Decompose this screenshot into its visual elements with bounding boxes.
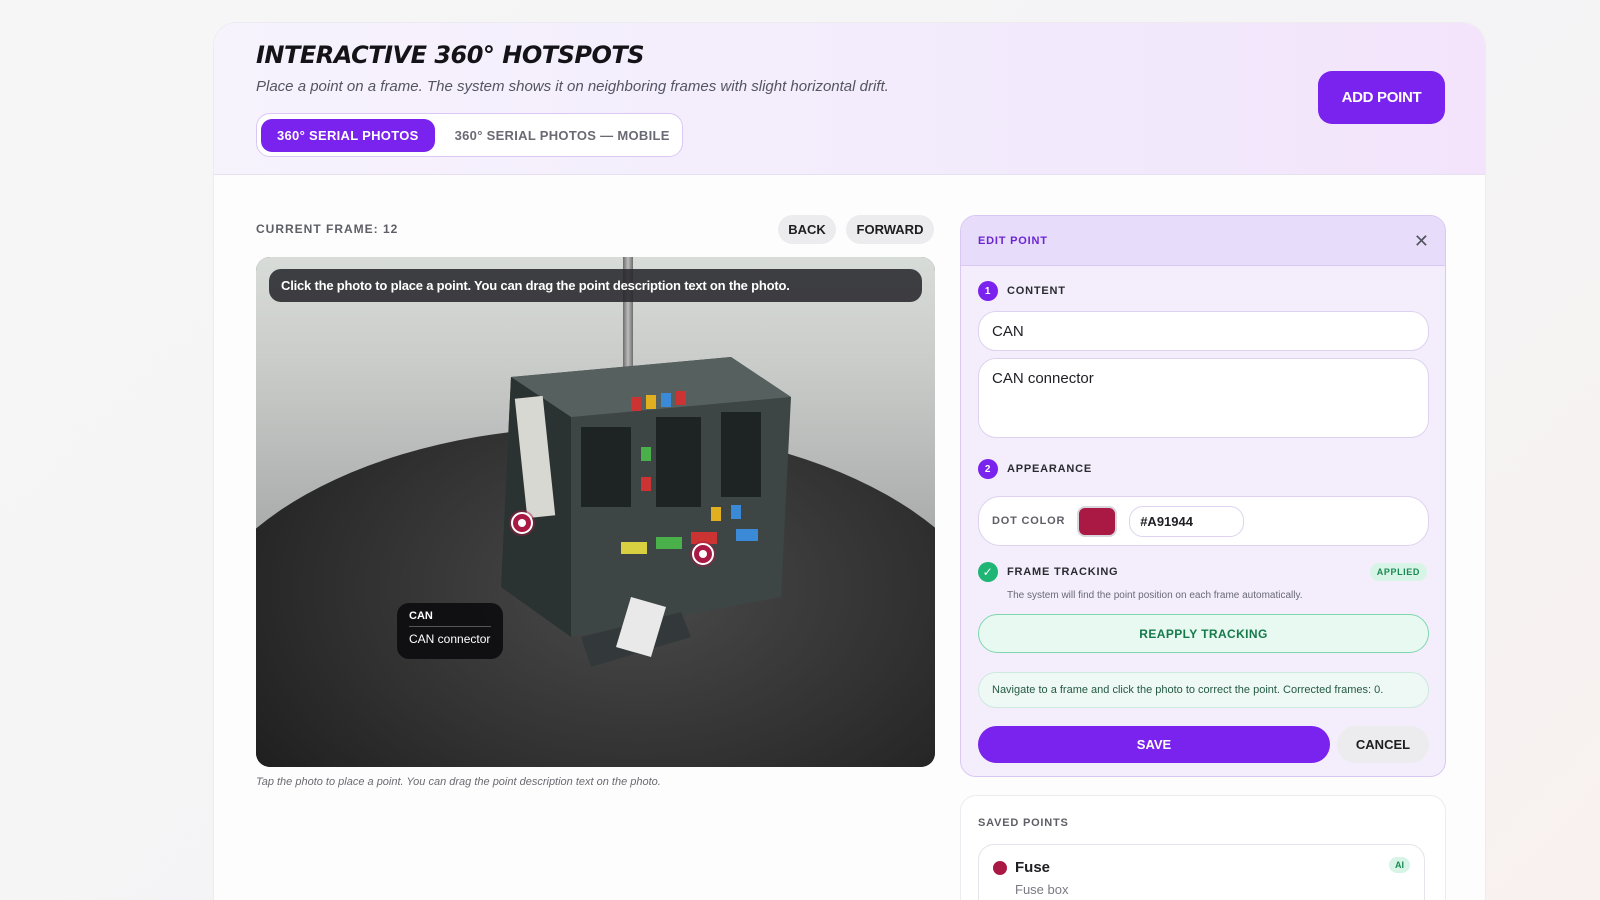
fuse-box-photo bbox=[501, 357, 791, 667]
photo-hint-bar: Click the photo to place a point. You ca… bbox=[269, 269, 922, 302]
saved-point-name: Fuse bbox=[1015, 859, 1051, 876]
page-title: INTERACTIVE 360° HOTSPOTS bbox=[256, 41, 645, 69]
dot-color-label: DOT COLOR bbox=[992, 515, 1066, 527]
dot-color-row: DOT COLOR bbox=[978, 496, 1429, 546]
step-badge-1: 1 bbox=[978, 281, 998, 301]
back-button[interactable]: BACK bbox=[778, 215, 836, 244]
content-section-label: CONTENT bbox=[1007, 285, 1066, 297]
hotspots-card: INTERACTIVE 360° HOTSPOTS Place a point … bbox=[213, 22, 1486, 900]
current-frame-label: CURRENT FRAME: 12 bbox=[256, 222, 399, 236]
tracking-status-badge: APPLIED bbox=[1369, 563, 1427, 581]
tab-serial-photos-mobile[interactable]: 360° SERIAL PHOTOS — MOBILE bbox=[439, 119, 686, 152]
hotspot-dot[interactable] bbox=[692, 543, 714, 565]
tracking-section-label: FRAME TRACKING bbox=[1007, 566, 1119, 578]
content-section-header: 1 CONTENT bbox=[978, 281, 1066, 301]
edit-point-title: EDIT POINT bbox=[978, 234, 1048, 247]
tab-serial-photos[interactable]: 360° SERIAL PHOTOS bbox=[261, 118, 435, 152]
dot-color-swatch[interactable] bbox=[1077, 505, 1118, 537]
saved-points-label: SAVED POINTS bbox=[978, 817, 1069, 829]
saved-point-item[interactable]: Fuse Fuse box AI bbox=[978, 844, 1425, 900]
saved-point-description: Fuse box bbox=[1015, 882, 1069, 897]
point-color-dot bbox=[993, 861, 1007, 875]
reapply-tracking-button[interactable]: REAPPLY TRACKING bbox=[978, 614, 1429, 653]
callout-description: CAN connector bbox=[409, 632, 491, 646]
saved-points-panel: SAVED POINTS Fuse Fuse box AI bbox=[960, 795, 1446, 900]
mode-tabs: 360° SERIAL PHOTOS 360° SERIAL PHOTOS — … bbox=[256, 113, 683, 157]
tracking-info-box: Navigate to a frame and click the photo … bbox=[978, 672, 1429, 708]
edit-point-header: EDIT POINT ✕ bbox=[961, 216, 1445, 266]
cancel-button[interactable]: CANCEL bbox=[1337, 726, 1429, 763]
page-header: INTERACTIVE 360° HOTSPOTS Place a point … bbox=[214, 23, 1485, 175]
point-description-input[interactable]: CAN connector bbox=[978, 358, 1429, 438]
save-button[interactable]: SAVE bbox=[978, 726, 1330, 763]
dot-color-hex-input[interactable] bbox=[1129, 505, 1245, 537]
close-icon[interactable]: ✕ bbox=[1414, 232, 1429, 250]
viewer-caption: Tap the photo to place a point. You can … bbox=[256, 776, 661, 788]
tracking-section-header: ✓ FRAME TRACKING bbox=[978, 562, 1118, 582]
appearance-section-label: APPEARANCE bbox=[1007, 463, 1093, 475]
step-badge-2: 2 bbox=[978, 459, 998, 479]
edit-point-panel: EDIT POINT ✕ 1 CONTENT CAN connector 2 A… bbox=[960, 215, 1446, 777]
callout-title: CAN bbox=[409, 610, 491, 627]
check-icon: ✓ bbox=[978, 562, 998, 582]
forward-button[interactable]: FORWARD bbox=[846, 215, 934, 244]
page-subtitle: Place a point on a frame. The system sho… bbox=[256, 78, 889, 95]
ai-badge: AI bbox=[1389, 857, 1410, 873]
add-point-button[interactable]: ADD POINT bbox=[1318, 71, 1445, 124]
appearance-section-header: 2 APPEARANCE bbox=[978, 459, 1092, 479]
point-title-input[interactable] bbox=[978, 311, 1429, 351]
hotspot-dot[interactable] bbox=[511, 512, 533, 534]
photo-viewer[interactable]: Click the photo to place a point. You ca… bbox=[256, 257, 935, 767]
point-callout[interactable]: CAN CAN connector bbox=[397, 603, 503, 659]
tracking-note: The system will find the point position … bbox=[1007, 590, 1303, 601]
